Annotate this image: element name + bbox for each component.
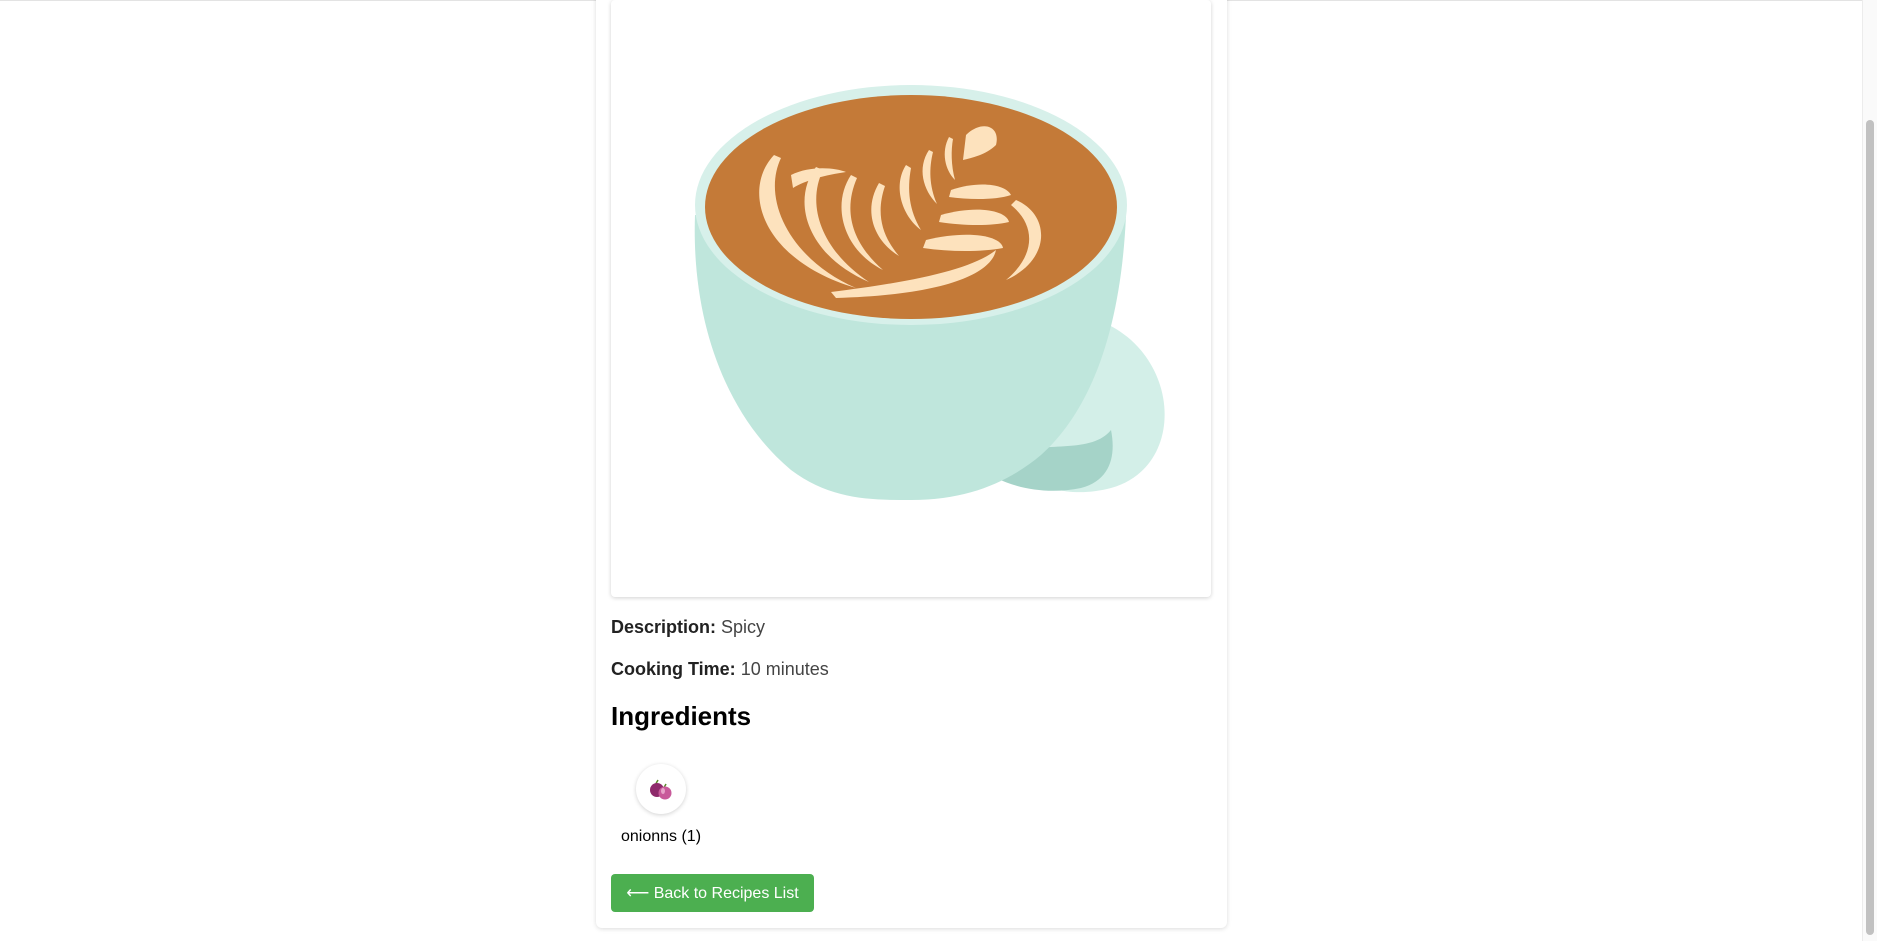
ingredients-heading: Ingredients bbox=[611, 701, 752, 731]
recipe-image bbox=[611, 0, 1211, 597]
scrollbar-thumb[interactable] bbox=[1866, 120, 1874, 935]
ingredient-item: onionns (1) bbox=[611, 764, 711, 846]
cooking-time-row: Cooking Time: 10 minutes bbox=[611, 659, 829, 680]
description-label: Description: bbox=[611, 617, 717, 637]
ingredient-icon-bubble bbox=[636, 764, 686, 814]
description-row: Description: Spicy bbox=[611, 617, 765, 638]
cooking-time-label: Cooking Time: bbox=[611, 659, 736, 679]
onion-icon bbox=[650, 779, 672, 800]
ingredient-label: onionns (1) bbox=[620, 828, 702, 845]
back-to-recipes-button[interactable]: ⟵ Back to Recipes List bbox=[611, 874, 814, 912]
latte-cup-illustration bbox=[694, 85, 1165, 500]
description-value: Spicy bbox=[721, 617, 766, 637]
scrollbar[interactable] bbox=[1862, 0, 1877, 941]
cooking-time-value: 10 minutes bbox=[740, 659, 829, 679]
